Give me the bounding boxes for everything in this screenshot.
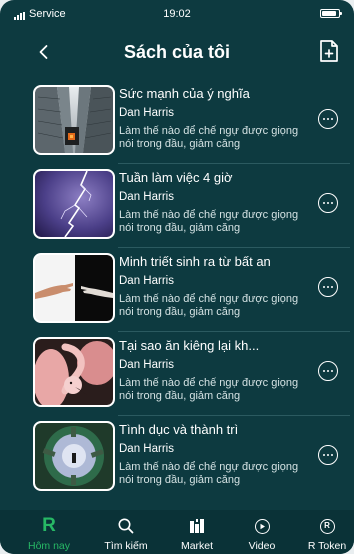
book-description: Làm thế nào để chế ngự được giọng nói tr… bbox=[119, 209, 299, 234]
book-title: Tình dục và thành trì bbox=[119, 422, 239, 437]
home-r-icon: R bbox=[42, 515, 56, 536]
book-cover bbox=[33, 253, 115, 323]
nav-label: Market bbox=[180, 540, 214, 552]
book-description: Làm thế nào để chế ngự được giọng nói tr… bbox=[119, 125, 299, 150]
more-icon bbox=[323, 202, 333, 204]
book-item[interactable]: Tại sao ăn kiêng lại kh... Dan Harris Là… bbox=[0, 332, 354, 416]
more-options-button[interactable] bbox=[318, 445, 338, 465]
nav-item-search[interactable]: Tìm kiếm bbox=[91, 510, 161, 554]
more-icon bbox=[323, 286, 333, 288]
nav-item-today[interactable]: R Hôm nay bbox=[14, 510, 84, 554]
search-icon bbox=[91, 516, 161, 536]
book-title: Tuần làm việc 4 giờ bbox=[119, 170, 233, 185]
more-options-button[interactable] bbox=[318, 277, 338, 297]
book-item[interactable]: Tuần làm việc 4 giờ Dan Harris Làm thế n… bbox=[0, 164, 354, 248]
flamingo-cover-image bbox=[35, 339, 113, 405]
battery-icon bbox=[320, 9, 342, 18]
nav-item-r-token[interactable]: R R Token bbox=[292, 510, 354, 554]
book-item[interactable]: Tình dục và thành trì Dan Harris Làm thế… bbox=[0, 416, 354, 500]
book-title: Sức mạnh của ý nghĩa bbox=[119, 86, 250, 101]
play-icon bbox=[227, 516, 297, 536]
book-title: Minh triết sinh ra từ bất an bbox=[119, 254, 271, 269]
book-item[interactable]: Minh triết sinh ra từ bất an Dan Harris … bbox=[0, 248, 354, 332]
book-description: Làm thế nào để chế ngự được giọng nói tr… bbox=[119, 293, 299, 318]
file-add-icon bbox=[320, 40, 338, 62]
nav-label: Hôm nay bbox=[27, 540, 70, 552]
book-author: Dan Harris bbox=[119, 107, 174, 119]
bottom-nav: R Hôm nay Tìm kiếm Market Video R R Toke… bbox=[0, 510, 354, 554]
more-icon bbox=[323, 118, 333, 120]
more-options-button[interactable] bbox=[318, 361, 338, 381]
book-cover bbox=[33, 85, 115, 155]
more-options-button[interactable] bbox=[318, 193, 338, 213]
market-icon bbox=[162, 516, 232, 536]
more-icon bbox=[323, 370, 333, 372]
book-cover bbox=[33, 337, 115, 407]
book-author: Dan Harris bbox=[119, 443, 174, 455]
nav-label: Tìm kiếm bbox=[104, 540, 148, 552]
nav-item-video[interactable]: Video bbox=[227, 510, 297, 554]
app-screen: Service 19:02 Sách của tôi Sức mạnh của … bbox=[0, 0, 354, 554]
add-file-button[interactable] bbox=[318, 39, 340, 63]
book-author: Dan Harris bbox=[119, 191, 174, 203]
book-title: Tại sao ăn kiêng lại kh... bbox=[119, 338, 260, 353]
more-icon bbox=[323, 454, 333, 456]
status-bar: Service 19:02 bbox=[0, 0, 354, 26]
hands-cover-image bbox=[35, 255, 113, 321]
lightning-cover-image bbox=[35, 171, 113, 237]
book-author: Dan Harris bbox=[119, 359, 174, 371]
more-options-button[interactable] bbox=[318, 109, 338, 129]
nav-item-market[interactable]: Market bbox=[162, 510, 232, 554]
book-cover bbox=[33, 421, 115, 491]
nav-label: Video bbox=[248, 540, 276, 552]
book-author: Dan Harris bbox=[119, 275, 174, 287]
nav-label: R Token bbox=[307, 540, 347, 552]
book-list: Sức mạnh của ý nghĩa Dan Harris Làm thế … bbox=[0, 80, 354, 500]
book-cover bbox=[33, 169, 115, 239]
header: Sách của tôi bbox=[0, 30, 354, 74]
book-description: Làm thế nào để chế ngự được giọng nói tr… bbox=[119, 461, 299, 486]
page-title: Sách của tôi bbox=[123, 42, 231, 62]
status-time: 19:02 bbox=[163, 8, 191, 20]
r-token-icon: R bbox=[292, 516, 354, 536]
fisheye-city-cover-image bbox=[35, 423, 113, 489]
skyscraper-cover-image bbox=[35, 87, 113, 153]
book-description: Làm thế nào để chế ngự được giọng nói tr… bbox=[119, 377, 299, 402]
book-item[interactable]: Sức mạnh của ý nghĩa Dan Harris Làm thế … bbox=[0, 80, 354, 164]
